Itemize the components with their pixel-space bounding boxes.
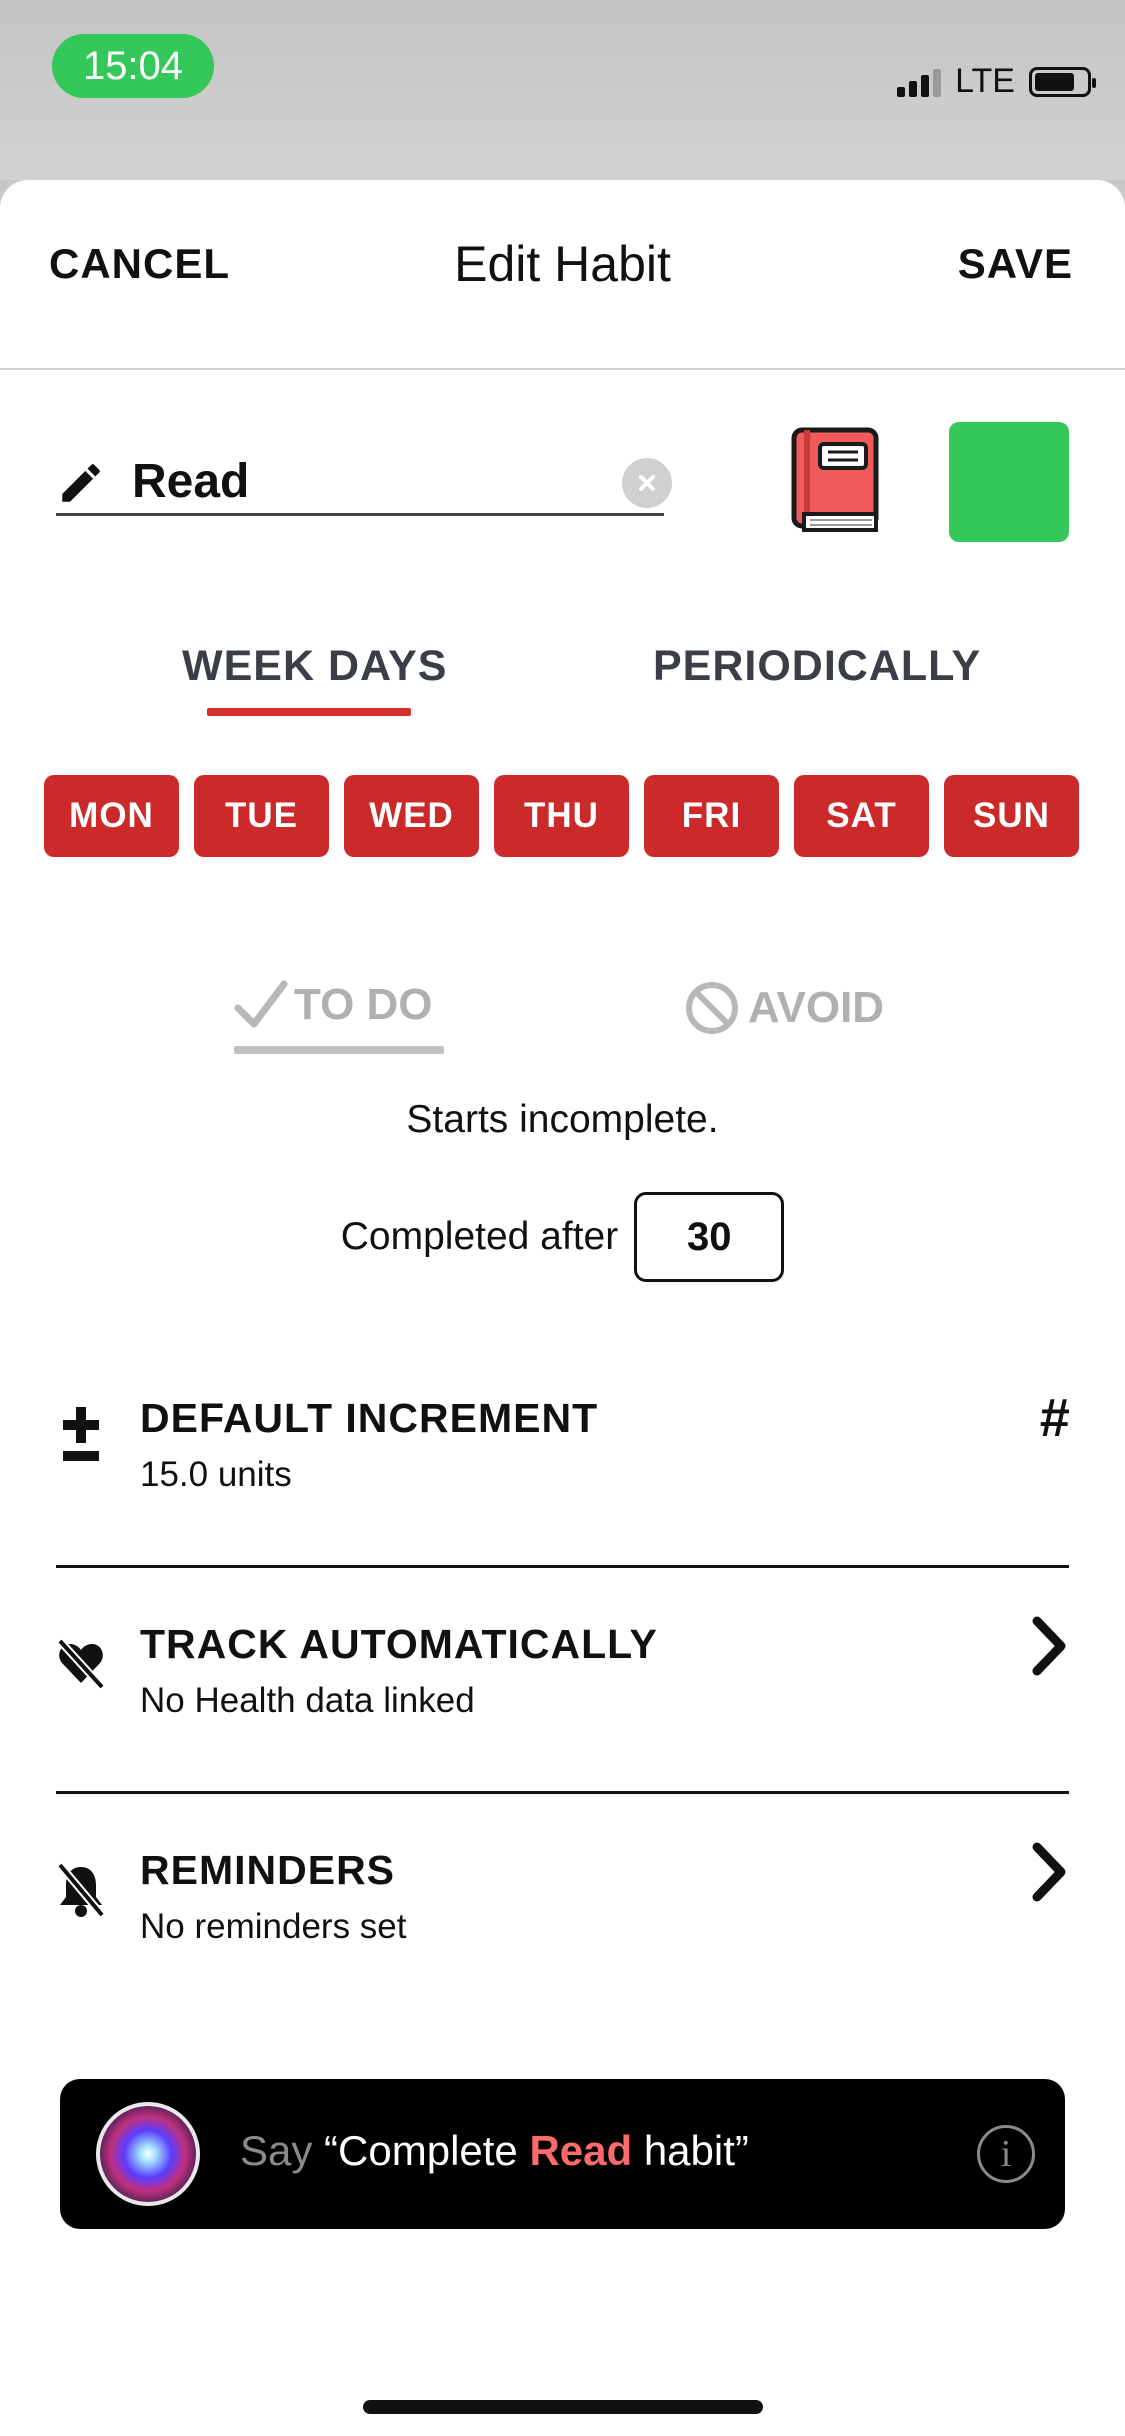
track-automatically-title: TRACK AUTOMATICALLY — [140, 1621, 658, 1667]
siri-phrase-end: habit” — [632, 2127, 749, 2174]
day-mon[interactable]: MON — [44, 775, 179, 857]
reminders-status: No reminders set — [140, 1907, 407, 1946]
completed-after-label: Completed after — [340, 1215, 619, 1258]
edit-habit-sheet: CANCEL Edit Habit SAVE WEEK DAYS PERIODI… — [0, 180, 1125, 2436]
tab-periodically[interactable]: PERIODICALLY — [653, 642, 981, 691]
divider — [56, 1565, 1069, 1568]
tab-week-days[interactable]: WEEK DAYS — [182, 642, 447, 691]
nav-bar: CANCEL Edit Habit SAVE — [0, 180, 1125, 370]
completed-after-row: Completed after 30 — [0, 1192, 1125, 1282]
habit-name-input[interactable] — [132, 454, 562, 509]
day-sun[interactable]: SUN — [944, 775, 1079, 857]
day-wed[interactable]: WED — [344, 775, 479, 857]
day-fri[interactable]: FRI — [644, 775, 779, 857]
tab-avoid-label: AVOID — [748, 983, 885, 1032]
track-automatically-row[interactable]: TRACK AUTOMATICALLY No Health data linke… — [56, 1616, 1069, 1741]
chevron-right-icon — [1032, 1616, 1066, 1676]
reminders-row[interactable]: REMINDERS No reminders set — [56, 1842, 1069, 1967]
bell-off-icon — [56, 1862, 106, 1918]
tab-avoid[interactable]: AVOID — [684, 980, 884, 1036]
day-sat[interactable]: SAT — [794, 775, 929, 857]
pencil-icon — [62, 464, 100, 502]
siri-habit-name: Read — [529, 2127, 633, 2174]
clear-icon[interactable] — [622, 458, 672, 508]
cellular-signal-icon — [897, 67, 942, 97]
habit-type-tabs: TO DO AVOID — [0, 980, 1125, 1080]
day-thu[interactable]: THU — [494, 775, 629, 857]
tab-todo-label: TO DO — [294, 980, 433, 1029]
battery-icon — [1029, 66, 1096, 97]
tab-indicator — [207, 708, 411, 716]
status-indicators: LTE — [897, 62, 1096, 101]
siri-shortcut-button[interactable]: Say “Complete Read habit” i — [60, 2079, 1065, 2229]
save-button[interactable]: SAVE — [958, 240, 1073, 288]
siri-phrase: Say “Complete Read habit” — [240, 2127, 749, 2175]
info-icon[interactable]: i — [977, 2125, 1035, 2183]
divider — [56, 1791, 1069, 1794]
type-indicator — [234, 1046, 444, 1054]
book-icon[interactable] — [790, 426, 882, 536]
prohibited-icon — [686, 982, 738, 1034]
status-time: 15:04 — [52, 34, 214, 98]
siri-say: Say — [240, 2127, 313, 2174]
default-increment-value: 15.0 units — [140, 1455, 292, 1494]
checkmark-icon — [234, 980, 288, 1028]
hash-icon: # — [1038, 1388, 1069, 1448]
page-title: Edit Habit — [454, 236, 671, 292]
chevron-right-icon — [1032, 1842, 1066, 1902]
schedule-tabs: WEEK DAYS PERIODICALLY — [0, 642, 1125, 722]
completed-after-input[interactable]: 30 — [634, 1192, 785, 1282]
plus-minus-icon — [63, 1407, 99, 1461]
siri-phrase-start: “Complete — [312, 2127, 530, 2174]
color-swatch[interactable] — [949, 422, 1069, 542]
starts-text: Starts incomplete. — [406, 1098, 719, 1141]
reminders-title: REMINDERS — [140, 1847, 396, 1893]
health-off-icon — [57, 1638, 105, 1690]
weekday-selector: MON TUE WED THU FRI SAT SUN — [44, 775, 1079, 857]
default-increment-row[interactable]: DEFAULT INCREMENT 15.0 units # — [56, 1388, 1069, 1515]
day-tue[interactable]: TUE — [194, 775, 329, 857]
habit-name-field[interactable] — [56, 450, 672, 516]
siri-icon — [96, 2102, 200, 2206]
status-bar: 15:04 LTE — [0, 0, 1125, 180]
tab-todo[interactable]: TO DO — [234, 980, 433, 1030]
network-label: LTE — [955, 62, 1015, 100]
track-automatically-status: No Health data linked — [140, 1681, 475, 1720]
home-indicator — [363, 2400, 763, 2414]
default-increment-title: DEFAULT INCREMENT — [140, 1395, 599, 1441]
